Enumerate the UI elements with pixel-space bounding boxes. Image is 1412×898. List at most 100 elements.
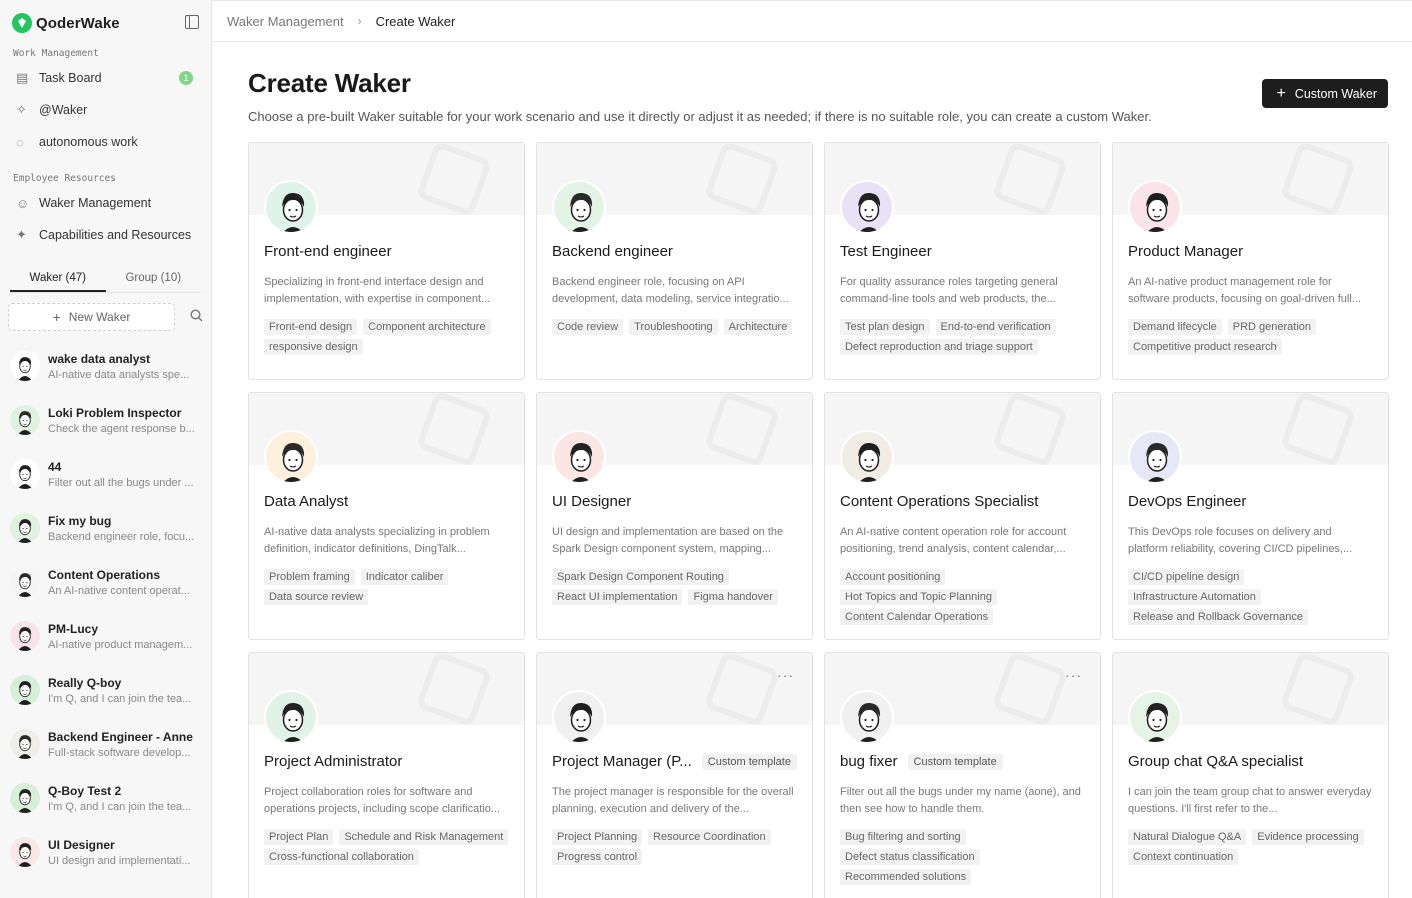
new-waker-button[interactable]: + New Waker	[8, 303, 175, 331]
brand-name: QoderWake	[36, 14, 120, 32]
card-title: Test Engineer	[840, 243, 932, 260]
capability-tag: Progress control	[552, 849, 643, 865]
banner-decoration	[415, 143, 493, 215]
card-tags: Bug filtering and sorting Defect status c…	[840, 829, 1085, 885]
template-card[interactable]: Backend engineer Backend engineer role, …	[536, 142, 813, 380]
more-options-icon[interactable]: ···	[1065, 667, 1082, 683]
collapse-sidebar-icon[interactable]	[185, 15, 199, 29]
template-card[interactable]: Test Engineer For quality assurance role…	[824, 142, 1101, 380]
waker-description: AI-native product managem...	[48, 638, 193, 651]
tab-waker[interactable]: Waker (47)	[10, 265, 106, 292]
waker-text: wake data analyst AI-native data analyst…	[48, 352, 196, 381]
banner-decoration	[415, 653, 493, 725]
sidebar-item-waker[interactable]: ✧ @Waker	[0, 94, 211, 126]
card-title: Backend engineer	[552, 243, 673, 260]
sidebar-item-autonomous-work[interactable]: ◌ autonomous work	[0, 126, 211, 158]
banner-decoration	[1279, 143, 1357, 215]
card-title-row: Front-end engineer	[264, 243, 509, 260]
breadcrumb-parent[interactable]: Waker Management	[227, 14, 344, 29]
waker-list-item[interactable]: Backend Engineer - Anne Full-stack softw…	[0, 717, 211, 771]
avatar	[10, 351, 40, 381]
avatar	[10, 459, 40, 489]
template-card[interactable]: Front-end engineer Specializing in front…	[248, 142, 525, 380]
card-description: Specializing in front-end interface desi…	[264, 276, 491, 305]
template-card[interactable]: ··· bug fixer Custom template Filter out …	[824, 652, 1101, 898]
sidebar-item-waker-management[interactable]: ☺ Waker Management	[0, 187, 211, 219]
sidebar-item-capabilities[interactable]: ✦ Capabilities and Resources	[0, 219, 211, 251]
avatar	[264, 180, 318, 234]
template-card[interactable]: Group chat Q&A specialist I can join the…	[1112, 652, 1389, 898]
capability-tag: Schedule and Risk Management	[339, 829, 509, 845]
new-waker-row: + New Waker	[0, 303, 211, 331]
page-subtitle: Choose a pre-built Waker suitable for yo…	[248, 109, 1152, 124]
template-card[interactable]: ··· Project Manager (P... Custom template…	[536, 652, 813, 898]
waker-list-item[interactable]: PM-Lucy AI-native product managem...	[0, 609, 211, 663]
capability-tag: Defect status classification	[840, 849, 980, 865]
capability-tag: Architecture	[723, 319, 793, 335]
avatar	[10, 837, 40, 867]
waker-list-item[interactable]: UI Designer UI design and implementati..…	[0, 825, 211, 879]
template-card[interactable]: DevOps Engineer This DevOps role focuses…	[1112, 392, 1389, 640]
work-management-label: Work Management	[13, 48, 99, 59]
capability-tag: CI/CD pipeline design	[1128, 569, 1245, 585]
capability-tag: Data source review	[264, 589, 369, 605]
avatar	[10, 405, 40, 435]
template-card[interactable]: Product Manager An AI-native product man…	[1112, 142, 1389, 380]
more-options-icon[interactable]: ···	[777, 667, 794, 683]
waker-list-item[interactable]: wake data analyst AI-native data analyst…	[0, 339, 211, 393]
card-title-row: Group chat Q&A specialist	[1128, 753, 1373, 770]
card-title-row: Backend engineer	[552, 243, 797, 260]
custom-waker-button[interactable]: + Custom Waker	[1262, 79, 1388, 108]
card-description: UI design and implementation are based o…	[552, 526, 784, 555]
waker-text: Loki Problem Inspector Check the agent r…	[48, 406, 196, 435]
capability-tag: Recommended solutions	[840, 869, 972, 885]
brand-logo-icon	[12, 13, 32, 33]
template-card[interactable]: Project Administrator Project collaborat…	[248, 652, 525, 898]
capability-tag: Indicator caliber	[360, 569, 449, 585]
waker-name: Loki Problem Inspector	[48, 405, 182, 420]
waker-list-item[interactable]: Q-Boy Test 2 I'm Q, and I can join the t…	[0, 771, 211, 825]
capability-tag: responsive design	[264, 339, 363, 355]
waker-description: UI design and implementati...	[48, 854, 191, 867]
card-title-row: DevOps Engineer	[1128, 493, 1373, 510]
avatar	[840, 430, 894, 484]
waker-text: Really Q-boy I'm Q, and I can join the t…	[48, 676, 196, 705]
waker-name: 44	[48, 459, 62, 474]
brand[interactable]: QoderWake	[0, 0, 211, 46]
card-body: Front-end engineer Specializing in front…	[249, 215, 524, 355]
capability-tag: Troubleshooting	[629, 319, 718, 335]
sidebar-item-task-board[interactable]: ▤ Task Board 1	[0, 62, 211, 94]
waker-text: Content Operations An AI-native content …	[48, 568, 196, 597]
waker-list-item[interactable]: 44 Filter out all the bugs under ...	[0, 447, 211, 501]
card-title: Front-end engineer	[264, 243, 392, 260]
search-icon[interactable]	[175, 309, 203, 325]
capability-tag: Release and Rollback Governance	[1128, 609, 1308, 625]
sidebar-item-label: Waker Management	[39, 196, 152, 210]
card-title: Data Analyst	[264, 493, 349, 510]
capability-tag: Component architecture	[363, 319, 491, 335]
card-title: bug fixer	[840, 753, 898, 770]
capability-tag: Account positioning	[840, 569, 946, 585]
waker-name: wake data analyst	[48, 351, 151, 366]
sidebar-item-label: autonomous work	[39, 135, 138, 149]
waker-list-item[interactable]: Fix my bug Backend engineer role, focu..…	[0, 501, 211, 555]
tab-group[interactable]: Group (10)	[106, 265, 202, 292]
custom-template-badge: Custom template	[701, 753, 797, 770]
waker-list-item[interactable]: Content Operations An AI-native content …	[0, 555, 211, 609]
template-card[interactable]: UI Designer UI design and implementation…	[536, 392, 813, 640]
sparkle-icon: ✦	[16, 227, 27, 242]
banner-decoration	[991, 653, 1069, 725]
capability-tag: Cross-functional collaboration	[264, 849, 419, 865]
card-body: Test Engineer For quality assurance role…	[825, 215, 1100, 355]
capability-tag: End-to-end verification	[935, 319, 1056, 335]
waker-list: wake data analyst AI-native data analyst…	[0, 339, 211, 879]
waker-list-item[interactable]: Really Q-boy I'm Q, and I can join the t…	[0, 663, 211, 717]
breadcrumb: Waker Management › Create Waker	[212, 0, 1412, 42]
waker-list-item[interactable]: Loki Problem Inspector Check the agent r…	[0, 393, 211, 447]
card-body: Data Analyst AI-native data analysts spe…	[249, 465, 524, 605]
template-card[interactable]: Data Analyst AI-native data analysts spe…	[248, 392, 525, 640]
page-title: Create Waker	[248, 68, 411, 98]
template-card[interactable]: Content Operations Specialist An AI-nati…	[824, 392, 1101, 640]
capability-tag: Hot Topics and Topic Planning	[840, 589, 997, 605]
card-description: An AI-native content operation role for …	[840, 526, 1067, 555]
